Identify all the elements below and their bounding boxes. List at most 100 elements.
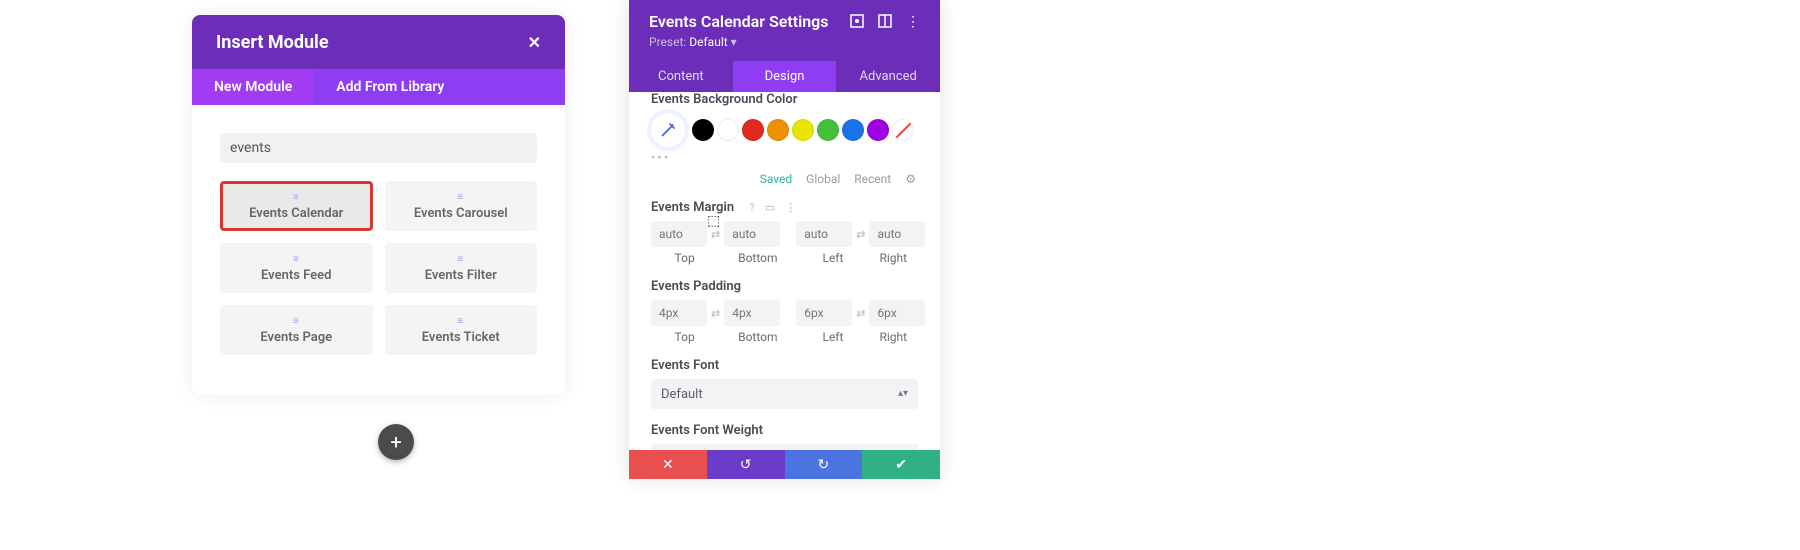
discard-button[interactable]: ✕ [629,450,707,479]
font-weight-select[interactable]: Regular ▴▾ [651,444,918,450]
margin-label: Events Margin ? ▭ ⋮ [651,200,918,215]
module-item-events-filter[interactable]: ≡ Events Filter [385,243,538,293]
module-item-events-calendar[interactable]: ≡ Events Calendar [220,181,373,231]
redo-icon: ↻ [818,457,830,473]
save-button[interactable]: ✔ [862,450,940,479]
columns-icon[interactable] [878,14,892,30]
insert-module-header: Insert Module ✕ [192,15,565,69]
module-item-label: Events Page [260,330,332,345]
margin-bottom-input[interactable] [724,221,780,247]
margin-top-input[interactable] [651,221,707,247]
link-icon[interactable]: ⇄ [711,307,720,320]
settings-header: Events Calendar Settings ⋮ Preset: Defau… [629,0,940,61]
insert-module-tabs: New Module Add From Library [192,69,565,105]
module-item-label: Events Ticket [422,330,500,345]
sublabel-right: Right [869,330,918,344]
expand-icon[interactable] [850,14,864,30]
undo-icon: ↺ [740,457,752,473]
module-icon: ≡ [293,316,300,327]
tab-new-module[interactable]: New Module [192,69,314,105]
kebab-icon[interactable]: ⋮ [785,201,796,214]
swatch-black[interactable] [692,119,714,141]
kebab-icon[interactable]: ⋮ [906,14,920,30]
module-item-label: Events Calendar [249,206,343,221]
padding-bottom-input[interactable] [724,300,780,326]
swatch-white[interactable] [717,119,739,141]
module-item-label: Events Carousel [414,206,508,221]
settings-panel: Events Calendar Settings ⋮ Preset: Defau… [629,0,940,479]
link-icon[interactable]: ⇄ [711,228,720,241]
more-dots-icon[interactable]: ••• [651,151,918,166]
link-icon[interactable]: ⇄ [856,228,865,241]
module-icon: ≡ [457,254,464,265]
module-item-events-carousel[interactable]: ≡ Events Carousel [385,181,538,231]
margin-inputs: ⇄ ⇄ [651,221,918,247]
padding-left-input[interactable] [796,300,852,326]
module-icon: ≡ [293,254,300,265]
close-icon[interactable]: ✕ [528,33,541,52]
swatch-tab-recent[interactable]: Recent [854,172,891,186]
preset-value: Default [689,35,727,49]
swatch-tab-global[interactable]: Global [806,172,840,186]
sublabel-top: Top [651,330,718,344]
color-swatch-row [651,113,918,147]
preset-row[interactable]: Preset: Default ▾ [649,35,920,49]
settings-footer: ✕ ↺ ↻ ✔ [629,450,940,479]
module-item-events-page[interactable]: ≡ Events Page [220,305,373,355]
link-icon[interactable]: ⇄ [856,307,865,320]
close-icon: ✕ [662,457,674,473]
tab-add-from-library[interactable]: Add From Library [314,69,466,105]
tab-design[interactable]: Design [733,61,837,92]
redo-button[interactable]: ↻ [785,450,863,479]
swatch-red[interactable] [742,119,764,141]
swatch-blue[interactable] [842,119,864,141]
help-icon[interactable]: ? [749,201,754,214]
padding-right-input[interactable] [869,300,925,326]
check-icon: ✔ [895,457,907,473]
gear-icon[interactable]: ⚙ [905,172,916,186]
margin-label-text: Events Margin [651,200,734,215]
swatch-none[interactable] [892,119,914,141]
module-item-events-feed[interactable]: ≡ Events Feed [220,243,373,293]
padding-label: Events Padding [651,279,918,294]
font-label: Events Font [651,358,918,373]
swatch-purple[interactable] [867,119,889,141]
settings-title: Events Calendar Settings [649,12,829,31]
module-item-label: Events Feed [261,268,331,283]
module-search-input[interactable] [220,133,537,163]
undo-button[interactable]: ↺ [707,450,785,479]
plus-icon: + [390,430,401,454]
bg-color-label: Events Background Color [651,92,918,107]
eyedropper-button[interactable] [651,113,685,147]
select-arrows-icon: ▴▾ [898,391,908,397]
font-select[interactable]: Default ▴▾ [651,379,918,409]
margin-sublabels: Top Bottom Left Right [651,251,918,265]
swatch-yellow[interactable] [792,119,814,141]
module-item-label: Events Filter [425,268,497,283]
settings-tabs: Content Design Advanced [629,61,940,92]
tablet-icon[interactable]: ▭ [765,201,775,214]
chevron-down-icon: ▾ [731,35,737,49]
settings-header-icons: ⋮ [850,14,920,30]
module-icon: ≡ [457,316,464,327]
module-grid: ≡ Events Calendar ≡ Events Carousel ≡ Ev… [220,181,537,355]
sublabel-bottom: Bottom [718,330,797,344]
sublabel-left: Left [797,330,868,344]
margin-right-input[interactable] [869,221,925,247]
sublabel-right: Right [869,251,918,265]
sublabel-left: Left [797,251,868,265]
swatch-green[interactable] [817,119,839,141]
swatch-tab-saved[interactable]: Saved [760,172,792,186]
padding-top-input[interactable] [651,300,707,326]
sublabel-top: Top [651,251,718,265]
margin-left-input[interactable] [796,221,852,247]
add-module-button[interactable]: + [378,424,414,460]
tab-content[interactable]: Content [629,61,733,92]
module-item-events-ticket[interactable]: ≡ Events Ticket [385,305,538,355]
sublabel-bottom: Bottom [718,251,797,265]
swatch-orange[interactable] [767,119,789,141]
tab-advanced[interactable]: Advanced [836,61,940,92]
module-icon: ≡ [457,192,464,203]
settings-body[interactable]: Events Background Color ••• Saved Global… [629,92,940,450]
padding-sublabels: Top Bottom Left Right [651,330,918,344]
